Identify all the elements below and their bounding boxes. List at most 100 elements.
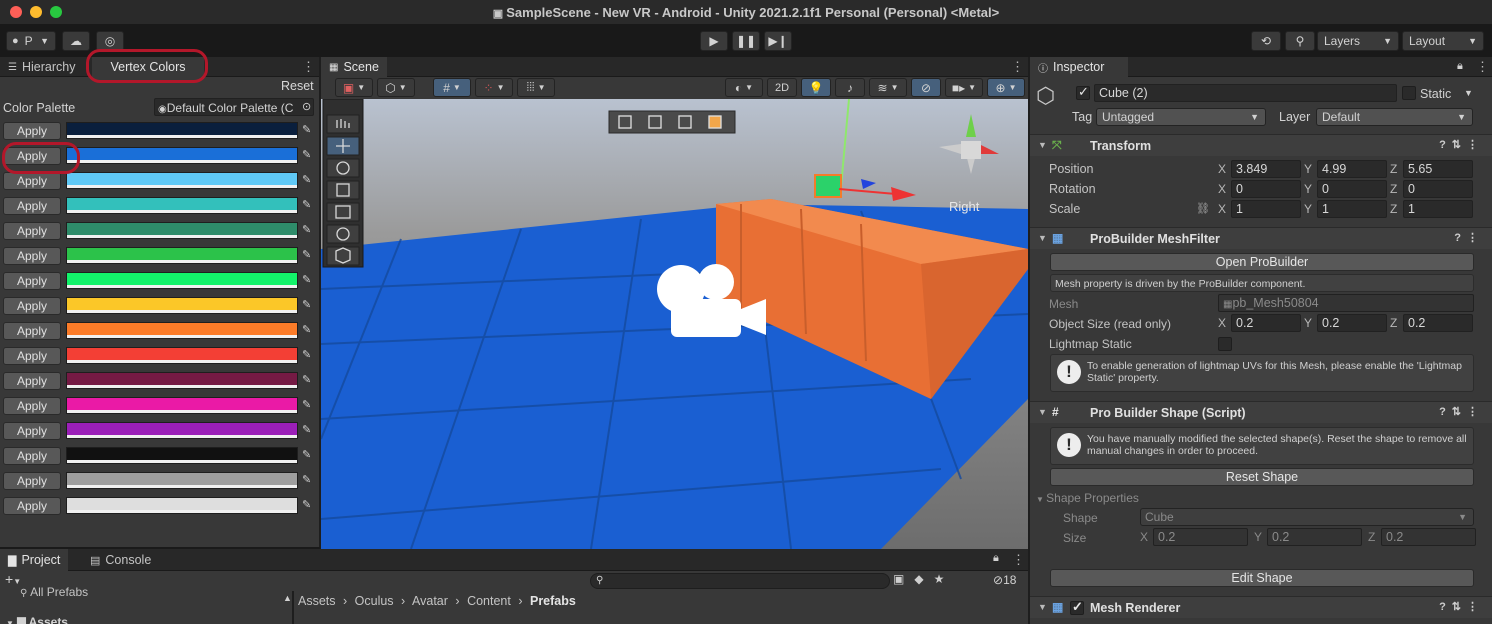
- apply-color-button[interactable]: Apply: [3, 272, 61, 290]
- draw-mode-dropdown[interactable]: ▣ ▼: [335, 78, 373, 97]
- project-search-input[interactable]: ⚲: [590, 573, 890, 589]
- reset-shape-button[interactable]: Reset Shape: [1050, 468, 1474, 486]
- transform-header[interactable]: ▼ ⤧ Transform ?⇅⋮: [1030, 134, 1492, 156]
- audio-toggle[interactable]: ♪: [835, 78, 865, 97]
- edit-shape-button[interactable]: Edit Shape: [1050, 569, 1474, 587]
- static-dropdown[interactable]: ▼: [1464, 88, 1473, 98]
- play-button[interactable]: ▶: [700, 31, 728, 51]
- color-swatch[interactable]: [66, 247, 298, 264]
- eyedropper-icon[interactable]: ✎: [302, 173, 311, 186]
- account-dropdown[interactable]: ● P ▼: [6, 31, 56, 51]
- apply-color-button[interactable]: Apply: [3, 222, 61, 240]
- toggle-2d-button[interactable]: 2D: [767, 78, 797, 97]
- position-z-field[interactable]: 5.65: [1403, 160, 1473, 178]
- color-swatch[interactable]: [66, 147, 298, 164]
- rotation-z-field[interactable]: 0: [1403, 180, 1473, 198]
- open-probuilder-button[interactable]: Open ProBuilder: [1050, 253, 1474, 271]
- grid-snap-button[interactable]: # ▼: [433, 78, 471, 97]
- breadcrumb-assets[interactable]: Assets: [298, 594, 336, 608]
- eyedropper-icon[interactable]: ✎: [302, 473, 311, 486]
- eyedropper-icon[interactable]: ✎: [302, 273, 311, 286]
- inspector-menu-icon[interactable]: ⋮: [1476, 59, 1489, 75]
- tree-scrollbar-up[interactable]: ▲: [283, 593, 292, 603]
- color-swatch[interactable]: [66, 447, 298, 464]
- color-swatch[interactable]: [66, 472, 298, 489]
- eyedropper-icon[interactable]: ✎: [302, 323, 311, 336]
- color-swatch[interactable]: [66, 322, 298, 339]
- position-y-field[interactable]: 4.99: [1317, 160, 1387, 178]
- cloud-button[interactable]: ☁: [62, 31, 90, 51]
- component-actions-icons[interactable]: ?⇅⋮: [1439, 138, 1484, 151]
- active-checkbox[interactable]: [1076, 84, 1090, 100]
- grid-visibility-button[interactable]: ⁘ ▼: [475, 78, 513, 97]
- eyedropper-icon[interactable]: ✎: [302, 448, 311, 461]
- eyedropper-icon[interactable]: ✎: [302, 498, 311, 511]
- eyedropper-icon[interactable]: ✎: [302, 198, 311, 211]
- breadcrumb-prefabs[interactable]: Prefabs: [530, 594, 576, 608]
- panel-menu-icon[interactable]: ⋮: [302, 59, 315, 75]
- lightmap-static-checkbox[interactable]: [1218, 337, 1232, 351]
- history-button[interactable]: ⟲: [1251, 31, 1281, 51]
- apply-color-button[interactable]: Apply: [3, 347, 61, 365]
- static-checkbox[interactable]: [1402, 86, 1416, 100]
- apply-color-button[interactable]: Apply: [3, 422, 61, 440]
- apply-color-button[interactable]: Apply: [3, 447, 61, 465]
- step-button[interactable]: ▶❙: [764, 31, 792, 51]
- scene-viewport[interactable]: Right: [321, 99, 1029, 549]
- tab-scene[interactable]: ▦ Scene: [321, 57, 387, 77]
- tab-hierarchy[interactable]: ☰ Hierarchy: [0, 57, 83, 77]
- mesh-renderer-header[interactable]: ▼ ▦ Mesh Renderer ?⇅⋮: [1030, 596, 1492, 618]
- apply-color-button[interactable]: Apply: [3, 297, 61, 315]
- eyedropper-icon[interactable]: ✎: [302, 298, 311, 311]
- rotation-x-field[interactable]: 0: [1231, 180, 1301, 198]
- hidden-packages-toggle[interactable]: ⊘18: [993, 573, 1016, 587]
- layers-dropdown[interactable]: Layers ▼: [1317, 31, 1399, 51]
- apply-color-button[interactable]: Apply: [3, 247, 61, 265]
- apply-color-button[interactable]: Apply: [3, 472, 61, 490]
- pause-button[interactable]: ❚❚: [732, 31, 760, 51]
- collab-button[interactable]: ◎: [96, 31, 124, 51]
- color-swatch[interactable]: [66, 197, 298, 214]
- apply-color-button[interactable]: Apply: [3, 372, 61, 390]
- position-x-field[interactable]: 3.849: [1231, 160, 1301, 178]
- component-actions-icons[interactable]: ?⇅⋮: [1439, 600, 1484, 613]
- meshfilter-header[interactable]: ▼ ▦ ProBuilder MeshFilter ?⋮: [1030, 227, 1492, 249]
- eyedropper-icon[interactable]: ✎: [302, 248, 311, 261]
- project-menu-icon[interactable]: ⋮: [1012, 552, 1025, 568]
- increment-snap-button[interactable]: ⦙⦙⦙ ▼: [517, 78, 555, 97]
- color-swatch[interactable]: [66, 122, 298, 139]
- reset-button[interactable]: Reset: [281, 79, 314, 93]
- apply-color-button[interactable]: Apply: [3, 197, 61, 215]
- constrain-proportions-icon[interactable]: ⛓: [1196, 202, 1210, 215]
- lock-icon[interactable]: 🔒︎: [1457, 60, 1463, 73]
- create-button[interactable]: +▼: [5, 571, 21, 587]
- render-mode-dropdown[interactable]: ◐ ▼: [725, 78, 763, 97]
- camera-dropdown[interactable]: ■▸ ▼: [945, 78, 983, 97]
- eyedropper-icon[interactable]: ✎: [302, 398, 311, 411]
- lighting-toggle[interactable]: 💡: [801, 78, 831, 97]
- eyedropper-icon[interactable]: ✎: [302, 348, 311, 361]
- scale-y-field[interactable]: 1: [1317, 200, 1387, 218]
- tree-item-assets[interactable]: ▼ ▇ Assets: [6, 615, 68, 624]
- color-swatch[interactable]: [66, 297, 298, 314]
- eyedropper-icon[interactable]: ✎: [302, 223, 311, 236]
- scene-menu-icon[interactable]: ⋮: [1011, 59, 1024, 75]
- object-name-field[interactable]: Cube (2): [1094, 84, 1397, 102]
- effects-dropdown[interactable]: ≋ ▼: [869, 78, 907, 97]
- tree-divider[interactable]: [292, 591, 294, 624]
- object-size-x-field[interactable]: 0.2: [1231, 314, 1301, 332]
- search-button[interactable]: ⚲: [1285, 31, 1315, 51]
- shape-script-header[interactable]: ▼ # Pro Builder Shape (Script) ?⇅⋮: [1030, 401, 1492, 423]
- component-actions-icons[interactable]: ?⇅⋮: [1439, 405, 1484, 418]
- color-swatch[interactable]: [66, 172, 298, 189]
- breadcrumb-oculus[interactable]: Oculus: [355, 594, 394, 608]
- eyedropper-icon[interactable]: ✎: [302, 423, 311, 436]
- layer-dropdown[interactable]: Default ▼: [1316, 108, 1473, 126]
- object-size-z-field[interactable]: 0.2: [1403, 314, 1473, 332]
- breadcrumb-content[interactable]: Content: [467, 594, 511, 608]
- color-swatch[interactable]: [66, 272, 298, 289]
- apply-color-button[interactable]: Apply: [3, 172, 61, 190]
- object-size-y-field[interactable]: 0.2: [1317, 314, 1387, 332]
- eyedropper-icon[interactable]: ✎: [302, 373, 311, 386]
- shape-properties-foldout[interactable]: ▼ Shape Properties: [1036, 491, 1139, 505]
